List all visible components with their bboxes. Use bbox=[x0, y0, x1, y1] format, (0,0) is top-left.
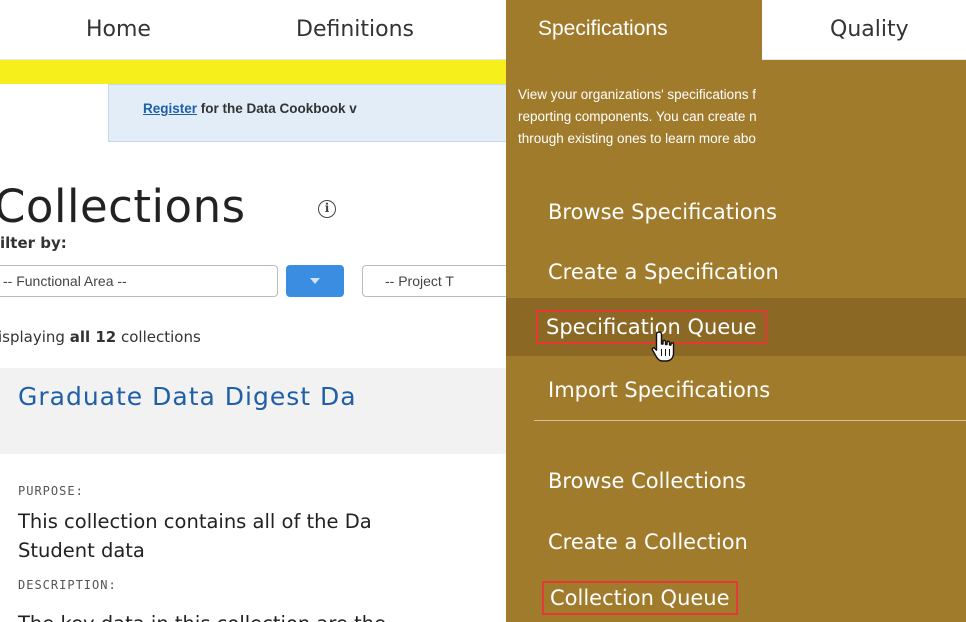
nav-definitions[interactable]: Definitions bbox=[296, 17, 414, 42]
menu-divider bbox=[534, 420, 966, 421]
purpose-text-2: Student data bbox=[18, 539, 145, 560]
menu-item-import-specifications[interactable]: Import Specifications bbox=[548, 378, 770, 402]
register-rest: for the Data Cookbook v bbox=[197, 101, 357, 116]
menu-description-line: View your organizations' specifications … bbox=[518, 87, 756, 102]
collection-title-link[interactable]: Graduate Data Digest Da bbox=[18, 382, 357, 411]
page-title: Collections bbox=[0, 180, 246, 233]
menu-description-line: through existing ones to learn more abo bbox=[518, 131, 756, 146]
menu-description: View your organizations' specifications … bbox=[518, 84, 966, 150]
notice-bar bbox=[0, 60, 520, 84]
menu-item-browse-specifications[interactable]: Browse Specifications bbox=[548, 200, 777, 224]
chevron-down-icon bbox=[310, 278, 320, 284]
description-preview: The key data in this collection are the bbox=[18, 612, 386, 622]
nav-home[interactable]: Home bbox=[86, 17, 151, 42]
top-nav: Home Definitions Quality bbox=[0, 0, 966, 60]
menu-item-browse-collections[interactable]: Browse Collections bbox=[548, 469, 746, 493]
display-count: isplaying all 12 collections bbox=[0, 328, 201, 346]
display-count-value: all 12 bbox=[69, 328, 117, 346]
register-banner: Register for the Data Cookbook v bbox=[108, 84, 528, 142]
menu-item-hover-row[interactable]: Specification Queue bbox=[506, 298, 966, 356]
menu-item-create-specification[interactable]: Create a Specification bbox=[548, 260, 779, 284]
register-link[interactable]: Register bbox=[143, 101, 197, 116]
display-prefix: isplaying bbox=[0, 328, 70, 346]
project-type-select[interactable]: -- Project T bbox=[362, 265, 522, 297]
filter-label: ilter by: bbox=[0, 234, 67, 252]
menu-item-collection-queue[interactable]: Collection Queue bbox=[542, 581, 738, 615]
filter-dropdown-button[interactable] bbox=[286, 265, 344, 297]
nav-quality[interactable]: Quality bbox=[830, 17, 909, 42]
register-text: Register for the Data Cookbook v bbox=[143, 101, 357, 116]
menu-item-create-collection[interactable]: Create a Collection bbox=[548, 530, 748, 554]
functional-area-select[interactable]: -- Functional Area -- bbox=[0, 265, 278, 297]
nav-specifications[interactable]: Specifications bbox=[506, 0, 762, 62]
description-label: DESCRIPTION: bbox=[18, 578, 117, 592]
menu-description-line: reporting components. You can create n bbox=[518, 109, 757, 124]
purpose-label: PURPOSE: bbox=[18, 484, 84, 498]
specifications-dropdown-menu: View your organizations' specifications … bbox=[506, 60, 966, 622]
purpose-text: This collection contains all of the Da bbox=[18, 510, 372, 533]
display-suffix: collections bbox=[116, 328, 201, 346]
hand-cursor-icon bbox=[651, 331, 675, 362]
nav-specifications-label: Specifications bbox=[538, 17, 668, 40]
info-icon[interactable]: i bbox=[318, 200, 336, 218]
collection-card: Graduate Data Digest Da bbox=[0, 368, 520, 454]
